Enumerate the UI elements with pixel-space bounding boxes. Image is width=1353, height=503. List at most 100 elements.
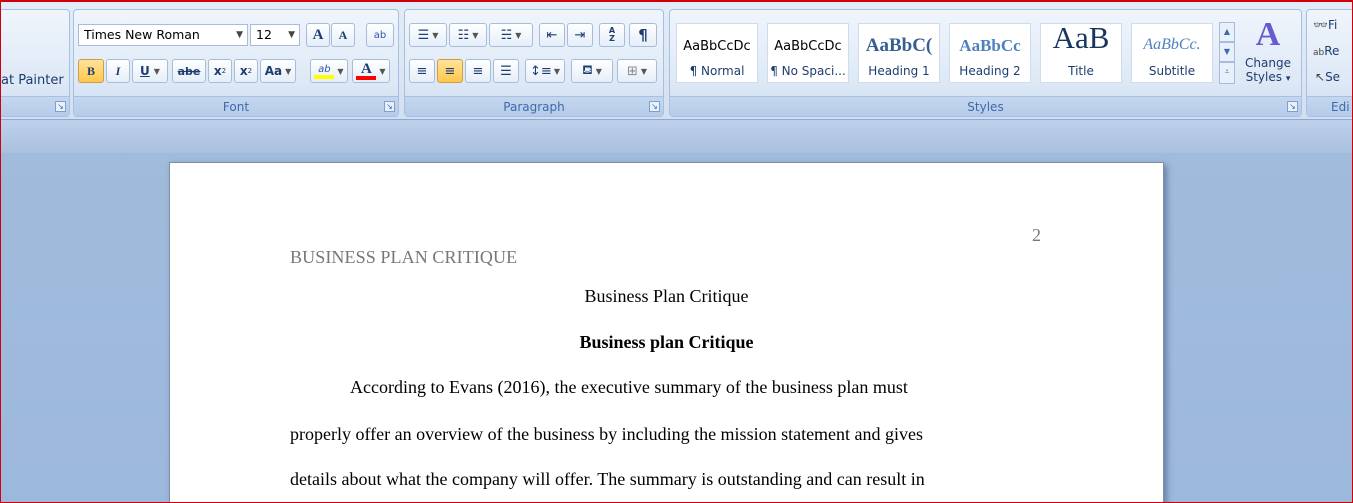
- borders-button[interactable]: ⊞ ▼: [617, 59, 657, 83]
- chevron-down-icon: ▼: [379, 66, 386, 76]
- running-head: BUSINESS PLAN CRITIQUE: [290, 247, 518, 267]
- shrink-font-button[interactable]: A: [331, 23, 355, 47]
- editing-group: 👓Fi abRe ↖Se Edi: [1306, 9, 1353, 117]
- format-painter-button[interactable]: at Painter: [1, 73, 64, 88]
- document-heading: Business plan Critique: [579, 332, 754, 352]
- subscript-button[interactable]: x2: [208, 59, 232, 83]
- align-right-icon: ≡: [472, 63, 484, 79]
- style-preview: AaBbCc: [959, 36, 1021, 55]
- change-case-button[interactable]: Aa ▼: [260, 59, 296, 83]
- decrease-indent-button[interactable]: ⇤: [539, 23, 565, 47]
- highlight-button[interactable]: ab ▼: [310, 59, 348, 83]
- grow-font-button[interactable]: A: [306, 23, 330, 47]
- superscript-button[interactable]: x2: [234, 59, 258, 83]
- chevron-down-icon: ▼: [236, 30, 243, 40]
- increase-indent-button[interactable]: ⇥: [567, 23, 593, 47]
- chevron-down-icon: ▼: [285, 66, 292, 76]
- increase-indent-icon: ⇥: [574, 27, 586, 43]
- bold-button[interactable]: B: [78, 59, 104, 83]
- style-preview: AaBbCcDc: [683, 39, 751, 54]
- font-color-icon: A: [356, 62, 377, 80]
- strikethrough-button[interactable]: abe: [172, 59, 206, 83]
- style-name: Heading 1: [868, 64, 930, 78]
- style-heading-1[interactable]: AaBbC( Heading 1: [858, 23, 940, 83]
- change-styles-label: Change: [1245, 56, 1291, 70]
- strikethrough-icon: abe: [177, 64, 201, 78]
- multilevel-list-button[interactable]: ☵ ▼: [489, 23, 533, 47]
- pilcrow-icon: ¶: [638, 26, 648, 44]
- style-heading-2[interactable]: AaBbCc Heading 2: [949, 23, 1031, 83]
- change-styles-label-2: Styles: [1245, 70, 1283, 84]
- highlighter-icon: ab: [314, 64, 335, 79]
- align-left-icon: ≡: [416, 63, 428, 79]
- chevron-down-icon: ▼: [337, 66, 344, 76]
- numbered-list-icon: ☷: [457, 27, 470, 43]
- shading-button[interactable]: ⛾ ▼: [571, 59, 613, 83]
- line-spacing-icon: ↕≡: [530, 63, 552, 79]
- italic-button[interactable]: I: [106, 59, 130, 83]
- style-normal[interactable]: AaBbCcDc ¶ Normal: [676, 23, 758, 83]
- workspace-top-band: [0, 120, 1353, 153]
- subscript-icon: x: [213, 64, 222, 78]
- bullets-button[interactable]: ☰ ▼: [409, 23, 447, 47]
- style-name: Title: [1068, 64, 1094, 78]
- font-name-combo[interactable]: Times New Roman ▼: [78, 24, 248, 46]
- superscript-icon: x: [239, 64, 248, 78]
- align-center-button[interactable]: ≡: [437, 59, 463, 83]
- style-preview: AaBbCc.: [1143, 36, 1201, 53]
- document-page[interactable]: 2 BUSINESS PLAN CRITIQUE Business Plan C…: [169, 162, 1164, 503]
- font-group-label: Font: [74, 96, 398, 116]
- clear-formatting-button[interactable]: ab: [366, 23, 394, 47]
- style-name: ¶ Normal: [689, 64, 745, 78]
- chevron-down-icon: ▾: [1285, 74, 1291, 84]
- underline-button[interactable]: U ▼: [132, 59, 168, 83]
- style-title[interactable]: AaB Title: [1040, 20, 1122, 83]
- line-spacing-button[interactable]: ↕≡ ▼: [525, 59, 565, 83]
- clipboard-launcher-icon[interactable]: ↘: [55, 101, 66, 112]
- decrease-indent-icon: ⇤: [546, 27, 558, 43]
- paragraph-launcher-icon[interactable]: ↘: [649, 101, 660, 112]
- chevron-down-icon: ▼: [472, 30, 479, 40]
- cursor-icon: ↖: [1315, 70, 1326, 84]
- body-line: details about what the company will offe…: [290, 469, 925, 489]
- align-left-button[interactable]: ≡: [409, 59, 435, 83]
- numbering-button[interactable]: ☷ ▼: [449, 23, 487, 47]
- font-size-combo[interactable]: 12 ▼: [250, 24, 300, 46]
- bold-icon: B: [86, 63, 95, 78]
- chevron-down-icon: ▼: [553, 66, 560, 76]
- font-launcher-icon[interactable]: ↘: [384, 101, 395, 112]
- document-title: Business Plan Critique: [584, 286, 749, 306]
- styles-more[interactable]: ⩡: [1219, 62, 1235, 84]
- editing-group-label: Edi: [1307, 96, 1353, 116]
- style-name: Subtitle: [1148, 64, 1196, 78]
- shrink-font-icon: A: [338, 27, 348, 42]
- replace-button[interactable]: abRe: [1313, 44, 1339, 58]
- change-styles-icon: A: [1255, 16, 1281, 53]
- style-preview: AaBbC(: [865, 35, 933, 56]
- sort-button[interactable]: A Z: [599, 23, 625, 47]
- styles-launcher-icon[interactable]: ↘: [1287, 101, 1298, 112]
- font-color-button[interactable]: A ▼: [352, 59, 390, 83]
- clear-formatting-icon: ab: [373, 29, 387, 41]
- style-preview: AaBbCcDc: [774, 39, 842, 54]
- change-case-icon: Aa: [264, 64, 283, 78]
- paragraph-group: ☰ ▼ ☷ ▼ ☵ ▼ ⇤ ⇥ A Z ¶ ≡ ≡ ≡ ☰ ↕≡ ▼ ⛾ ▼ ⊞…: [404, 9, 664, 117]
- underline-icon: U: [140, 64, 150, 78]
- style-no-spacing[interactable]: AaBbCcDc ¶ No Spaci...: [767, 23, 849, 83]
- style-subtitle[interactable]: AaBbCc. Subtitle: [1131, 23, 1213, 83]
- page-number: 2: [1032, 225, 1041, 245]
- justify-icon: ☰: [500, 63, 512, 79]
- show-formatting-button[interactable]: ¶: [629, 23, 657, 47]
- replace-icon: ab: [1313, 48, 1325, 58]
- styles-scroll-up[interactable]: ▲: [1219, 22, 1235, 42]
- change-styles-button[interactable]: A Change Styles ▾: [1240, 14, 1296, 92]
- font-group: Times New Roman ▼ 12 ▼ A A ab B I U ▼ ab…: [73, 9, 399, 117]
- find-button[interactable]: 👓Fi: [1313, 18, 1337, 32]
- body-line: properly offer an overview of the busine…: [290, 424, 924, 444]
- chevron-down-icon: ▼: [640, 66, 648, 76]
- styles-scroll-down[interactable]: ▼: [1219, 42, 1235, 62]
- chevron-down-icon: ▼: [432, 30, 439, 40]
- select-button[interactable]: ↖Se: [1315, 70, 1340, 84]
- justify-button[interactable]: ☰: [493, 59, 519, 83]
- align-right-button[interactable]: ≡: [465, 59, 491, 83]
